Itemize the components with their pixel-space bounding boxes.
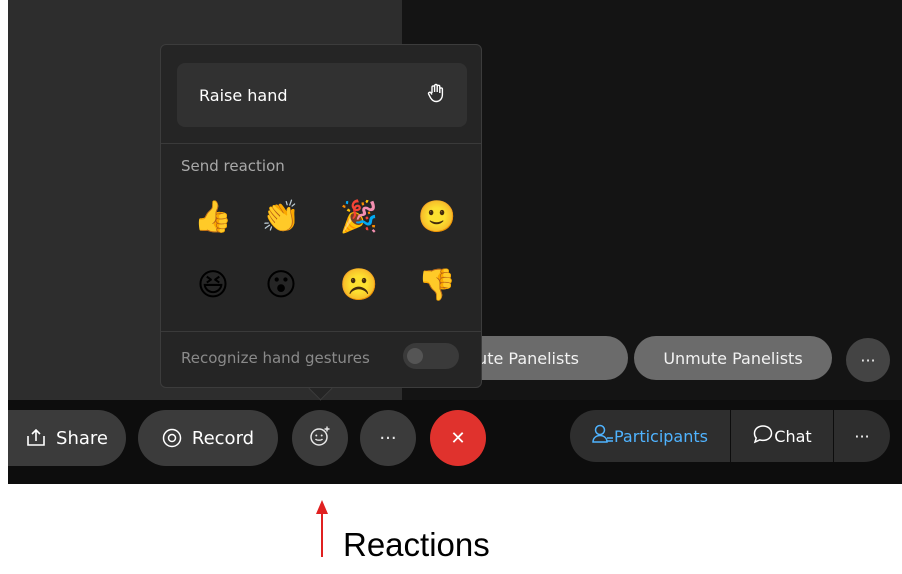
hand-gestures-toggle[interactable] xyxy=(403,343,459,369)
surprised-reaction-button[interactable]: 😮 xyxy=(259,263,303,307)
toggle-knob xyxy=(407,348,423,364)
send-reaction-heading: Send reaction xyxy=(181,157,285,175)
end-call-button[interactable]: ✕ xyxy=(430,410,486,466)
participants-button[interactable]: Participants xyxy=(570,410,730,462)
smile-reaction-button[interactable]: 🙂 xyxy=(415,195,459,239)
record-label: Record xyxy=(191,427,255,449)
reactions-popup: Raise hand Send reaction 👍 👏 🎉 🙂 😆 😮 ☹️ … xyxy=(160,44,482,388)
chat-label: Chat xyxy=(774,426,812,446)
more-options-button[interactable]: ··· xyxy=(360,410,416,466)
participants-label: Participants xyxy=(614,426,708,446)
panel-more-button[interactable]: ··· xyxy=(834,410,890,462)
laugh-reaction-button[interactable]: 😆 xyxy=(191,263,235,307)
annotation-label: Reactions xyxy=(343,526,490,563)
record-icon xyxy=(162,428,182,448)
chat-icon xyxy=(752,424,774,448)
celebrate-reaction-button[interactable]: 🎉 xyxy=(337,195,381,239)
panelists-more-label: ··· xyxy=(860,350,876,370)
reactions-button[interactable] xyxy=(292,410,348,466)
popup-divider-top xyxy=(161,143,481,144)
raise-hand-label: Raise hand xyxy=(199,85,288,105)
hand-gestures-label: Recognize hand gestures xyxy=(181,349,370,367)
close-icon: ✕ xyxy=(450,427,466,449)
annotation-arrow-icon xyxy=(316,500,328,557)
panel-more-label: ··· xyxy=(854,426,870,446)
hand-icon xyxy=(427,83,445,107)
unmute-panelists-label: Unmute Panelists xyxy=(663,348,803,368)
more-options-label: ··· xyxy=(379,427,397,449)
sad-reaction-button[interactable]: ☹️ xyxy=(337,263,381,307)
share-label: Share xyxy=(56,427,108,449)
popup-divider-bottom xyxy=(161,331,481,332)
unmute-panelists-button[interactable]: Unmute Panelists xyxy=(634,336,832,380)
mute-panelists-label: ute Panelists xyxy=(477,348,579,368)
clap-reaction-button[interactable]: 👏 xyxy=(259,195,303,239)
thumbs-up-reaction-button[interactable]: 👍 xyxy=(191,195,235,239)
share-button[interactable]: Share xyxy=(8,410,126,466)
share-icon xyxy=(26,429,46,447)
reactions-icon xyxy=(309,425,331,452)
chat-button[interactable]: Chat xyxy=(731,410,833,462)
meeting-stage: ute Panelists Unmute Panelists ··· Share… xyxy=(8,0,902,484)
panelists-more-button[interactable]: ··· xyxy=(846,338,890,382)
thumbs-down-reaction-button[interactable]: 👎 xyxy=(415,263,459,307)
participants-icon xyxy=(592,424,614,448)
record-button[interactable]: Record xyxy=(138,410,278,466)
raise-hand-button[interactable]: Raise hand xyxy=(177,63,467,127)
